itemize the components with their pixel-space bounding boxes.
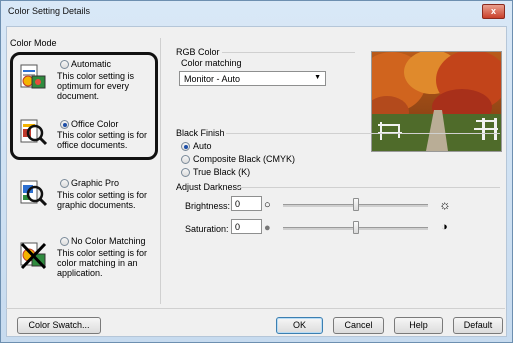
true-black-label[interactable]: True Black (K): [193, 167, 250, 177]
saturation-field[interactable]: 0: [231, 219, 262, 234]
close-button[interactable]: x: [482, 4, 505, 19]
rgb-color-group-line: [222, 52, 355, 53]
no-color-matching-icon: [20, 242, 47, 270]
saturation-low-icon: ●: [264, 222, 271, 234]
sun-icon: ☼: [439, 197, 451, 212]
saturation-label: Saturation:: [185, 224, 229, 234]
default-button[interactable]: Default: [453, 317, 503, 334]
black-auto-label[interactable]: Auto: [193, 141, 212, 151]
vertical-divider: [160, 38, 161, 304]
color-matching-select[interactable]: Monitor - Auto ▼: [179, 71, 326, 86]
brightness-low-icon: ○: [264, 199, 271, 211]
radio-black-auto[interactable]: [181, 142, 190, 151]
brightness-value: 0: [235, 199, 241, 209]
black-finish-title: Black Finish: [176, 128, 225, 138]
adjust-darkness-title: Adjust Darkness: [176, 182, 242, 192]
saturation-value: 0: [235, 222, 241, 232]
composite-black-label[interactable]: Composite Black (CMYK): [193, 154, 295, 164]
graphic-pro-label[interactable]: Graphic Pro: [71, 178, 119, 188]
bottom-divider: [6, 308, 505, 309]
black-finish-group-line: [226, 133, 500, 134]
radio-composite-black[interactable]: [181, 155, 190, 164]
selection-highlight: [10, 52, 158, 160]
chevron-down-icon: ▼: [314, 74, 321, 81]
color-matching-value: Monitor - Auto: [184, 74, 241, 84]
radio-no-color-matching[interactable]: [60, 237, 69, 246]
window-title: Color Setting Details: [8, 6, 91, 16]
no-color-matching-label[interactable]: No Color Matching: [71, 236, 146, 246]
ok-button[interactable]: OK: [276, 317, 323, 334]
cancel-button[interactable]: Cancel: [333, 317, 384, 334]
adjust-darkness-group-line: [236, 187, 500, 188]
graphic-pro-description: This color setting is for graphic docume…: [57, 190, 148, 210]
radio-true-black[interactable]: [181, 168, 190, 177]
contrast-icon: ◑: [441, 221, 448, 233]
color-mode-title: Color Mode: [10, 38, 57, 48]
title-bar[interactable]: Color Setting Details x: [0, 0, 511, 22]
brightness-slider-thumb[interactable]: [352, 198, 359, 211]
radio-graphic-pro[interactable]: [60, 179, 69, 188]
color-matching-label: Color matching: [181, 58, 242, 68]
graphic-pro-magnifier-icon: [20, 180, 48, 207]
color-swatch-button[interactable]: Color Swatch...: [17, 317, 101, 334]
no-color-matching-description: This color setting is for color matching…: [57, 248, 148, 278]
help-button[interactable]: Help: [394, 317, 443, 334]
saturation-slider-thumb[interactable]: [352, 221, 359, 234]
brightness-label: Brightness:: [185, 201, 231, 211]
brightness-field[interactable]: 0: [231, 196, 262, 211]
preview-image: [371, 51, 502, 152]
rgb-color-title: RGB Color: [176, 47, 220, 57]
